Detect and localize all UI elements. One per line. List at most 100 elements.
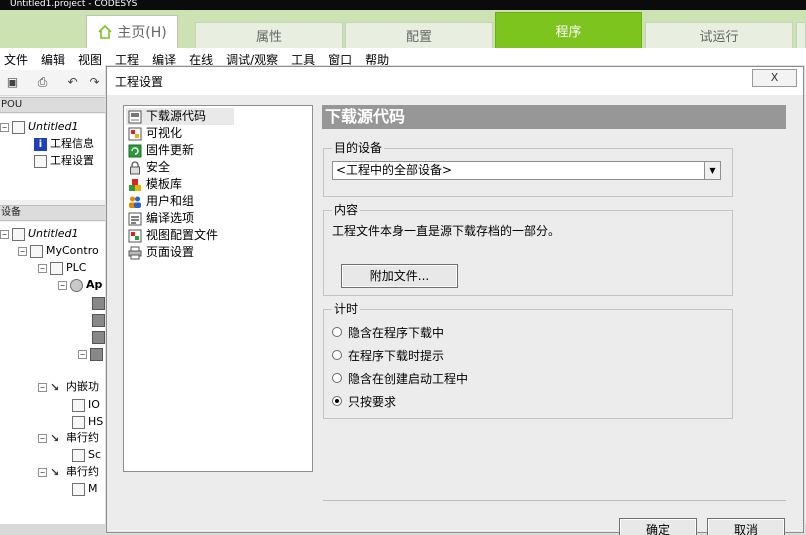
- ribbon-home-label: 主页(H): [117, 25, 167, 41]
- menu-edit[interactable]: 编辑: [41, 51, 65, 68]
- menu-build[interactable]: 编译: [152, 51, 176, 68]
- cancel-button[interactable]: 取消: [707, 518, 785, 535]
- compile-options-icon: [128, 212, 142, 225]
- nav-item-download-source[interactable]: 下载源代码: [126, 108, 234, 125]
- tree-item-app-child-1[interactable]: [92, 295, 105, 311]
- firmware-update-icon: [128, 144, 142, 157]
- tree-item-embedded[interactable]: − ↘ 内嵌功: [38, 379, 99, 395]
- controller-icon: [30, 244, 43, 258]
- tree-item-hs[interactable]: HS: [72, 414, 103, 430]
- tree-item-plc[interactable]: − PLC: [38, 260, 86, 276]
- nav-item-compile-options[interactable]: 编译选项: [126, 210, 234, 227]
- collapse-icon[interactable]: −: [0, 122, 9, 132]
- dialog-close-button[interactable]: X: [752, 69, 797, 87]
- tree-item-app-child-3[interactable]: [92, 329, 105, 345]
- tree-item-device-project[interactable]: − Untitled1: [0, 226, 79, 242]
- plc-icon: [50, 261, 63, 275]
- dialog-title: 工程设置: [115, 75, 164, 89]
- menu-window[interactable]: 窗口: [328, 51, 352, 68]
- tree-item-controller[interactable]: − MyContro: [18, 243, 99, 259]
- pou-panel: − Untitled1 i 工程信息 工程设置: [0, 114, 110, 200]
- tree-item-project-settings[interactable]: 工程设置: [34, 153, 94, 169]
- users-groups-icon: [129, 196, 141, 208]
- tree-item-serial-2-child[interactable]: M: [72, 481, 98, 497]
- radio-button[interactable]: [332, 350, 342, 360]
- contents-legend: 内容: [332, 203, 361, 217]
- tree-item-serial-1[interactable]: − ↘ 串行约: [38, 430, 99, 446]
- library-icon: [92, 313, 105, 327]
- nav-item-page-setup[interactable]: 页面设置: [126, 244, 234, 261]
- menu-tools[interactable]: 工具: [291, 51, 315, 68]
- tree-item-project[interactable]: − Untitled1: [0, 119, 79, 135]
- attach-files-button[interactable]: 附加文件...: [341, 264, 458, 288]
- save-icon[interactable]: ▣: [6, 76, 19, 89]
- collapse-icon[interactable]: −: [38, 263, 47, 273]
- ok-button[interactable]: 确定: [619, 518, 697, 535]
- tree-item-serial-1-child[interactable]: Sc: [72, 447, 101, 463]
- timing-option-implicit-download[interactable]: 隐含在程序下载中: [332, 322, 444, 342]
- view-profile-icon: [128, 229, 142, 242]
- dialog-body: 下载源代码 可视化 固件更新 安全 模板库 用户和组 编译选项 视图配置文件 页…: [107, 95, 803, 535]
- project-settings-dialog: 工程设置 X 下载源代码 可视化 固件更新 安全 模板库 用户和组 编译选项 视…: [106, 66, 804, 535]
- collapse-icon[interactable]: −: [38, 467, 47, 477]
- nav-item-view-profile[interactable]: 视图配置文件: [126, 227, 234, 244]
- tree-item-app-child-2[interactable]: [92, 312, 105, 328]
- ribbon-tab-program[interactable]: 程序: [495, 12, 642, 48]
- tree-item-serial-2[interactable]: − ↘ 串行约: [38, 464, 99, 480]
- devices-panel: − Untitled1 − MyContro − PLC − Ap − − ↘ …: [0, 222, 110, 524]
- download-source-icon: [128, 110, 142, 123]
- contents-group: 内容 工程文件本身一直是源下载存档的一部分。 附加文件...: [323, 203, 733, 296]
- radio-button[interactable]: [332, 327, 342, 337]
- nav-item-firmware-update[interactable]: 固件更新: [126, 142, 234, 159]
- tree-item-application[interactable]: − Ap: [58, 277, 102, 293]
- collapse-icon[interactable]: −: [78, 349, 87, 359]
- undo-icon[interactable]: ↶: [66, 76, 79, 89]
- ribbon-tab-configuration[interactable]: 配置: [345, 22, 493, 48]
- connector-icon: ↘: [50, 465, 60, 479]
- security-lock-icon: [130, 160, 140, 174]
- timing-group: 计时 隐含在程序下载中 在程序下载时提示 隐含在创建启动工程中 只按要求: [323, 302, 733, 419]
- menu-online[interactable]: 在线: [189, 51, 213, 68]
- connector-icon: ↘: [50, 380, 60, 394]
- timing-option-on-demand[interactable]: 只按要求: [332, 391, 396, 411]
- menu-help[interactable]: 帮助: [365, 51, 389, 68]
- nav-item-visualization[interactable]: 可视化: [126, 125, 234, 142]
- menu-view[interactable]: 视图: [78, 51, 102, 68]
- radio-button-checked[interactable]: [332, 396, 342, 406]
- visualization-icon: [128, 127, 142, 140]
- tree-item-app-child-4[interactable]: −: [78, 346, 103, 362]
- collapse-icon[interactable]: −: [38, 382, 47, 392]
- ribbon-tab-overflow[interactable]: [796, 22, 806, 48]
- menu-debug[interactable]: 调试/观察: [226, 51, 278, 68]
- radio-button[interactable]: [332, 373, 342, 383]
- nav-item-users-groups[interactable]: 用户和组: [126, 193, 234, 210]
- project-icon: [12, 227, 25, 241]
- counter-icon: [72, 415, 85, 429]
- print-icon[interactable]: ⎙: [36, 76, 49, 89]
- target-device-select[interactable]: <工程中的全部设备> ▼: [332, 161, 721, 180]
- collapse-icon[interactable]: −: [58, 280, 67, 290]
- window-titlebar: Untitled1.project - CODESYS: [0, 0, 806, 10]
- ribbon-home-tab[interactable]: 主页(H): [86, 15, 178, 48]
- timing-option-prompt-download[interactable]: 在程序下载时提示: [332, 345, 444, 365]
- page-setup-printer-icon: [128, 246, 142, 259]
- redo-icon[interactable]: ↷: [88, 76, 101, 89]
- timing-option-implicit-boot[interactable]: 隐含在创建启动工程中: [332, 368, 468, 388]
- collapse-icon[interactable]: −: [38, 433, 47, 443]
- tree-item-project-info[interactable]: i 工程信息: [34, 136, 94, 152]
- collapse-icon[interactable]: −: [0, 229, 9, 239]
- chevron-down-icon[interactable]: ▼: [704, 162, 720, 179]
- connector-icon: ↘: [50, 431, 60, 445]
- ribbon-tab-properties[interactable]: 属性: [195, 22, 343, 48]
- menu-project[interactable]: 工程: [115, 51, 139, 68]
- ribbon-tab-commissioning[interactable]: 试运行: [645, 22, 793, 48]
- tree-item-io[interactable]: IO: [72, 397, 100, 413]
- ribbon: 主页(H) 属性 配置 程序 试运行: [0, 10, 806, 48]
- nav-item-security[interactable]: 安全: [126, 159, 234, 176]
- nav-item-template-library[interactable]: 模板库: [126, 176, 234, 193]
- settings-category-list: 下载源代码 可视化 固件更新 安全 模板库 用户和组 编译选项 视图配置文件 页…: [123, 105, 313, 472]
- globe-icon: [92, 296, 105, 310]
- collapse-icon[interactable]: −: [18, 246, 27, 256]
- menu-file[interactable]: 文件: [4, 51, 28, 68]
- dialog-titlebar: 工程设置 X: [107, 67, 803, 95]
